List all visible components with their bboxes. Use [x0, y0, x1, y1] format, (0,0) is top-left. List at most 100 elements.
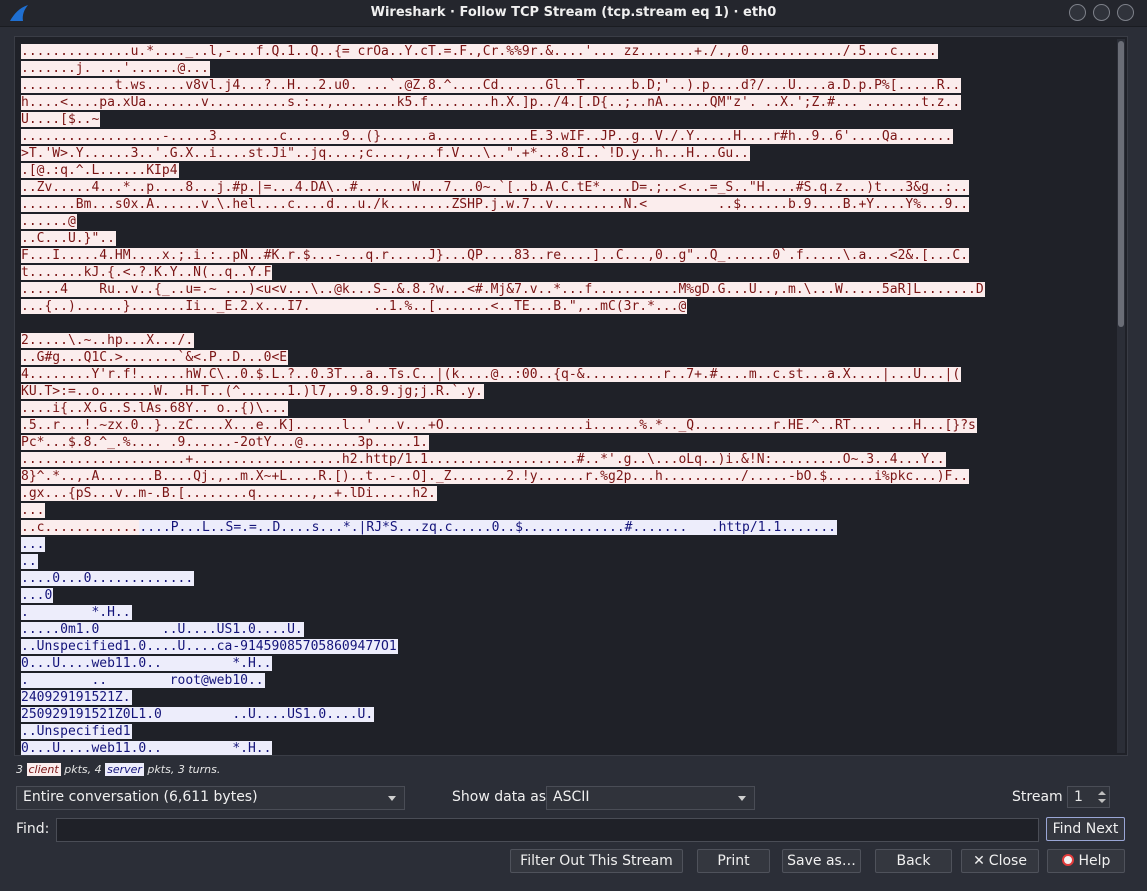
server-line: 0...U....web11.0.. *.H..	[21, 655, 1127, 672]
minimize-button[interactable]	[1069, 4, 1086, 21]
conversation-select-value: Entire conversation (6,611 bytes)	[23, 789, 258, 805]
stream-label: Stream	[1012, 789, 1063, 805]
find-label: Find:	[16, 821, 50, 837]
client-line: 8}^.*..,.A.......B....Qj.,..m.X~+L....R.…	[21, 468, 1127, 485]
client-text: KU.T>:=..o.......W. .H.T..(^......1.)l7,…	[21, 384, 484, 399]
server-text: 240929191521Z.	[21, 690, 132, 705]
client-line: ....i{..X.G..S.lAs.68Y.. o..{)\...	[21, 400, 1127, 417]
server-text: 250929191521Z0L1.0 ..U....US1.0....U.	[21, 707, 375, 722]
client-line: ...{..)......}.......Ii.._E.2.x...I7. ..…	[21, 298, 1127, 315]
stream-summary: 3 client pkts, 4 server pkts, 3 turns.	[16, 763, 220, 776]
client-line: t.......kJ.{.<.?.K.Y..N(..q..Y.F	[21, 264, 1127, 281]
title-bar: Wireshark · Follow TCP Stream (tcp.strea…	[0, 0, 1147, 27]
help-button[interactable]: Help	[1047, 849, 1125, 873]
client-line: >T.'W>.Y......3..'.G.X..i....st.Ji"..jq.…	[21, 145, 1127, 162]
find-next-button[interactable]: Find Next	[1046, 817, 1125, 841]
client-line: ..Zv.....4...*..p....8...j.#p.|=...4.DA\…	[21, 179, 1127, 196]
server-text: 0...U....web11.0.. *.H..	[21, 741, 273, 756]
client-text: ..................-.....3........c......…	[21, 129, 954, 144]
maximize-button[interactable]	[1093, 4, 1110, 21]
client-text: h....<....pa.xUa.......v..........s.:..,…	[21, 95, 962, 110]
server-line: . *.H..	[21, 604, 1127, 621]
client-text: >T.'W>.Y......3..'.G.X..i....st.Ji"..jq.…	[21, 146, 750, 161]
server-line: ...0	[21, 587, 1127, 604]
help-button-label: Help	[1078, 853, 1111, 869]
stream-text: ..............u.*...._..l,-...f.Q.1..Q..…	[15, 37, 1127, 756]
summary-client-count: 3	[16, 763, 27, 776]
server-text: ...0	[21, 588, 54, 603]
client-line: .5..r...!.~zx.0..}..zC....X...e..K].....…	[21, 417, 1127, 434]
server-line: ..Unspecified1.0....U....ca-914590857058…	[21, 638, 1127, 655]
window-close-button[interactable]	[1117, 4, 1134, 21]
stream-content-area[interactable]: ..............u.*...._..l,-...f.Q.1..Q..…	[14, 36, 1128, 756]
client-text: ....i{..X.G..S.lAs.68Y.. o..{)\...	[21, 401, 289, 416]
stream-number-spinbox[interactable]: 1	[1067, 786, 1110, 808]
filter-out-stream-button[interactable]: Filter Out This Stream	[510, 849, 683, 873]
server-line: 0...U....web11.0.. *.H..	[21, 740, 1127, 756]
client-line: ......@	[21, 213, 1127, 230]
stream-number-value: 1	[1074, 789, 1083, 805]
client-line: ............t.ws.....v8vl.j4...?..H...2.…	[21, 77, 1127, 94]
client-line: .gx...{pS...v..m-.B.[........q.......,..…	[21, 485, 1127, 502]
client-text: ......@	[21, 214, 77, 229]
server-line: ....0...0.............	[21, 570, 1127, 587]
window-title: Wireshark · Follow TCP Stream (tcp.strea…	[370, 5, 777, 20]
client-line: 4........Y'r.f!......hW.C\..0.$.L.?..0.3…	[21, 366, 1127, 383]
client-text: 4........Y'r.f!......hW.C\..0.$.L.?..0.3…	[21, 367, 962, 382]
client-line: h....<....pa.xUa.......v..........s.:..,…	[21, 94, 1127, 111]
show-data-select[interactable]: ASCII	[546, 786, 755, 810]
spin-down-icon[interactable]	[1098, 799, 1106, 803]
chevron-down-icon	[738, 796, 746, 801]
server-segment: ....P...L..S=.=..D....s...*.|RJ*S...zq.c…	[139, 520, 837, 535]
client-text: .gx...{pS...v..m-.B.[........q.......,..…	[21, 486, 437, 501]
client-line: ...	[21, 502, 1127, 519]
client-text: ...	[21, 503, 46, 518]
conversation-select[interactable]: Entire conversation (6,611 bytes)	[16, 786, 405, 810]
client-line: ..G#g...Q1C.>.......`&<.P..D...0<E	[21, 349, 1127, 366]
client-line: U....[$..~	[21, 111, 1127, 128]
client-line: ..................-.....3........c......…	[21, 128, 1127, 145]
client-legend-tag: client	[26, 763, 61, 776]
client-text: F...I.....4.HM....x.;.i.:..pN..#K.r.$...…	[21, 248, 970, 263]
server-line: .....0m1.0 ..U....US1.0....U.	[21, 621, 1127, 638]
client-text: .....................+..................…	[21, 452, 946, 467]
scrollbar-thumb[interactable]	[1118, 41, 1124, 327]
server-text: ..	[21, 554, 38, 569]
client-line: .....................+..................…	[21, 451, 1127, 468]
close-button-label: Close	[988, 853, 1027, 869]
save-as-button[interactable]: Save as…	[782, 849, 861, 873]
show-data-select-value: ASCII	[553, 789, 590, 805]
client-text: ..G#g...Q1C.>.......`&<.P..D...0<E	[21, 350, 289, 365]
server-text: ...	[21, 537, 46, 552]
client-text: U....[$..~	[21, 112, 101, 127]
summary-turns: pkts, 3 turns.	[143, 763, 221, 776]
close-button[interactable]: ✕ Close	[961, 849, 1039, 873]
print-button[interactable]: Print	[697, 849, 770, 873]
client-text: .....4 Ru..v..{_..u=.~ ...)<u<v...\..@k.…	[21, 282, 985, 297]
server-text: ..Unspecified1	[21, 724, 132, 739]
spin-up-icon[interactable]	[1098, 791, 1106, 795]
client-text: 2.....\.~..hp...X.../.	[21, 333, 195, 348]
client-text: ...{..)......}.......Ii.._E.2.x...I7. ..…	[21, 299, 688, 314]
find-input[interactable]	[56, 818, 1039, 842]
server-line: . .. root@web10..	[21, 672, 1127, 689]
server-line: 240929191521Z.	[21, 689, 1127, 706]
back-button[interactable]: Back	[875, 849, 952, 873]
client-text: 8}^.*..,.A.......B....Qj.,..m.X~+L....R.…	[21, 469, 970, 484]
client-line: Pc*...$.8.^_.%.... .9......-2otY...@....…	[21, 434, 1127, 451]
client-line: .......j. ...'......@...	[21, 60, 1127, 77]
client-line: .[@.:q.^.L......KIp4	[21, 162, 1127, 179]
client-text: .......j. ...'......@...	[21, 61, 210, 76]
client-text: .[@.:q.^.L......KIp4	[21, 163, 179, 178]
server-text: 0...U....web11.0.. *.H..	[21, 656, 273, 671]
client-text: ..Zv.....4...*..p....8...j.#p.|=...4.DA\…	[21, 180, 970, 195]
client-text: .......Bm...s0x.A......v.\.hel....c....d…	[21, 197, 970, 212]
chevron-down-icon	[388, 796, 396, 801]
server-text: ..Unspecified1.0....U....ca-914590857058…	[21, 639, 398, 654]
client-line: ..............u.*...._..l,-...f.Q.1..Q..…	[21, 43, 1127, 60]
stream-line: ..c................P...L..S=.=..D....s..…	[21, 519, 1127, 536]
client-text: ..C...U.}"..	[21, 231, 116, 246]
client-line: .....4 Ru..v..{_..u=.~ ...)<u<v...\..@k.…	[21, 281, 1127, 298]
server-line: ..Unspecified1	[21, 723, 1127, 740]
client-text: .5..r...!.~zx.0..}..zC....X...e..K].....…	[21, 418, 977, 433]
